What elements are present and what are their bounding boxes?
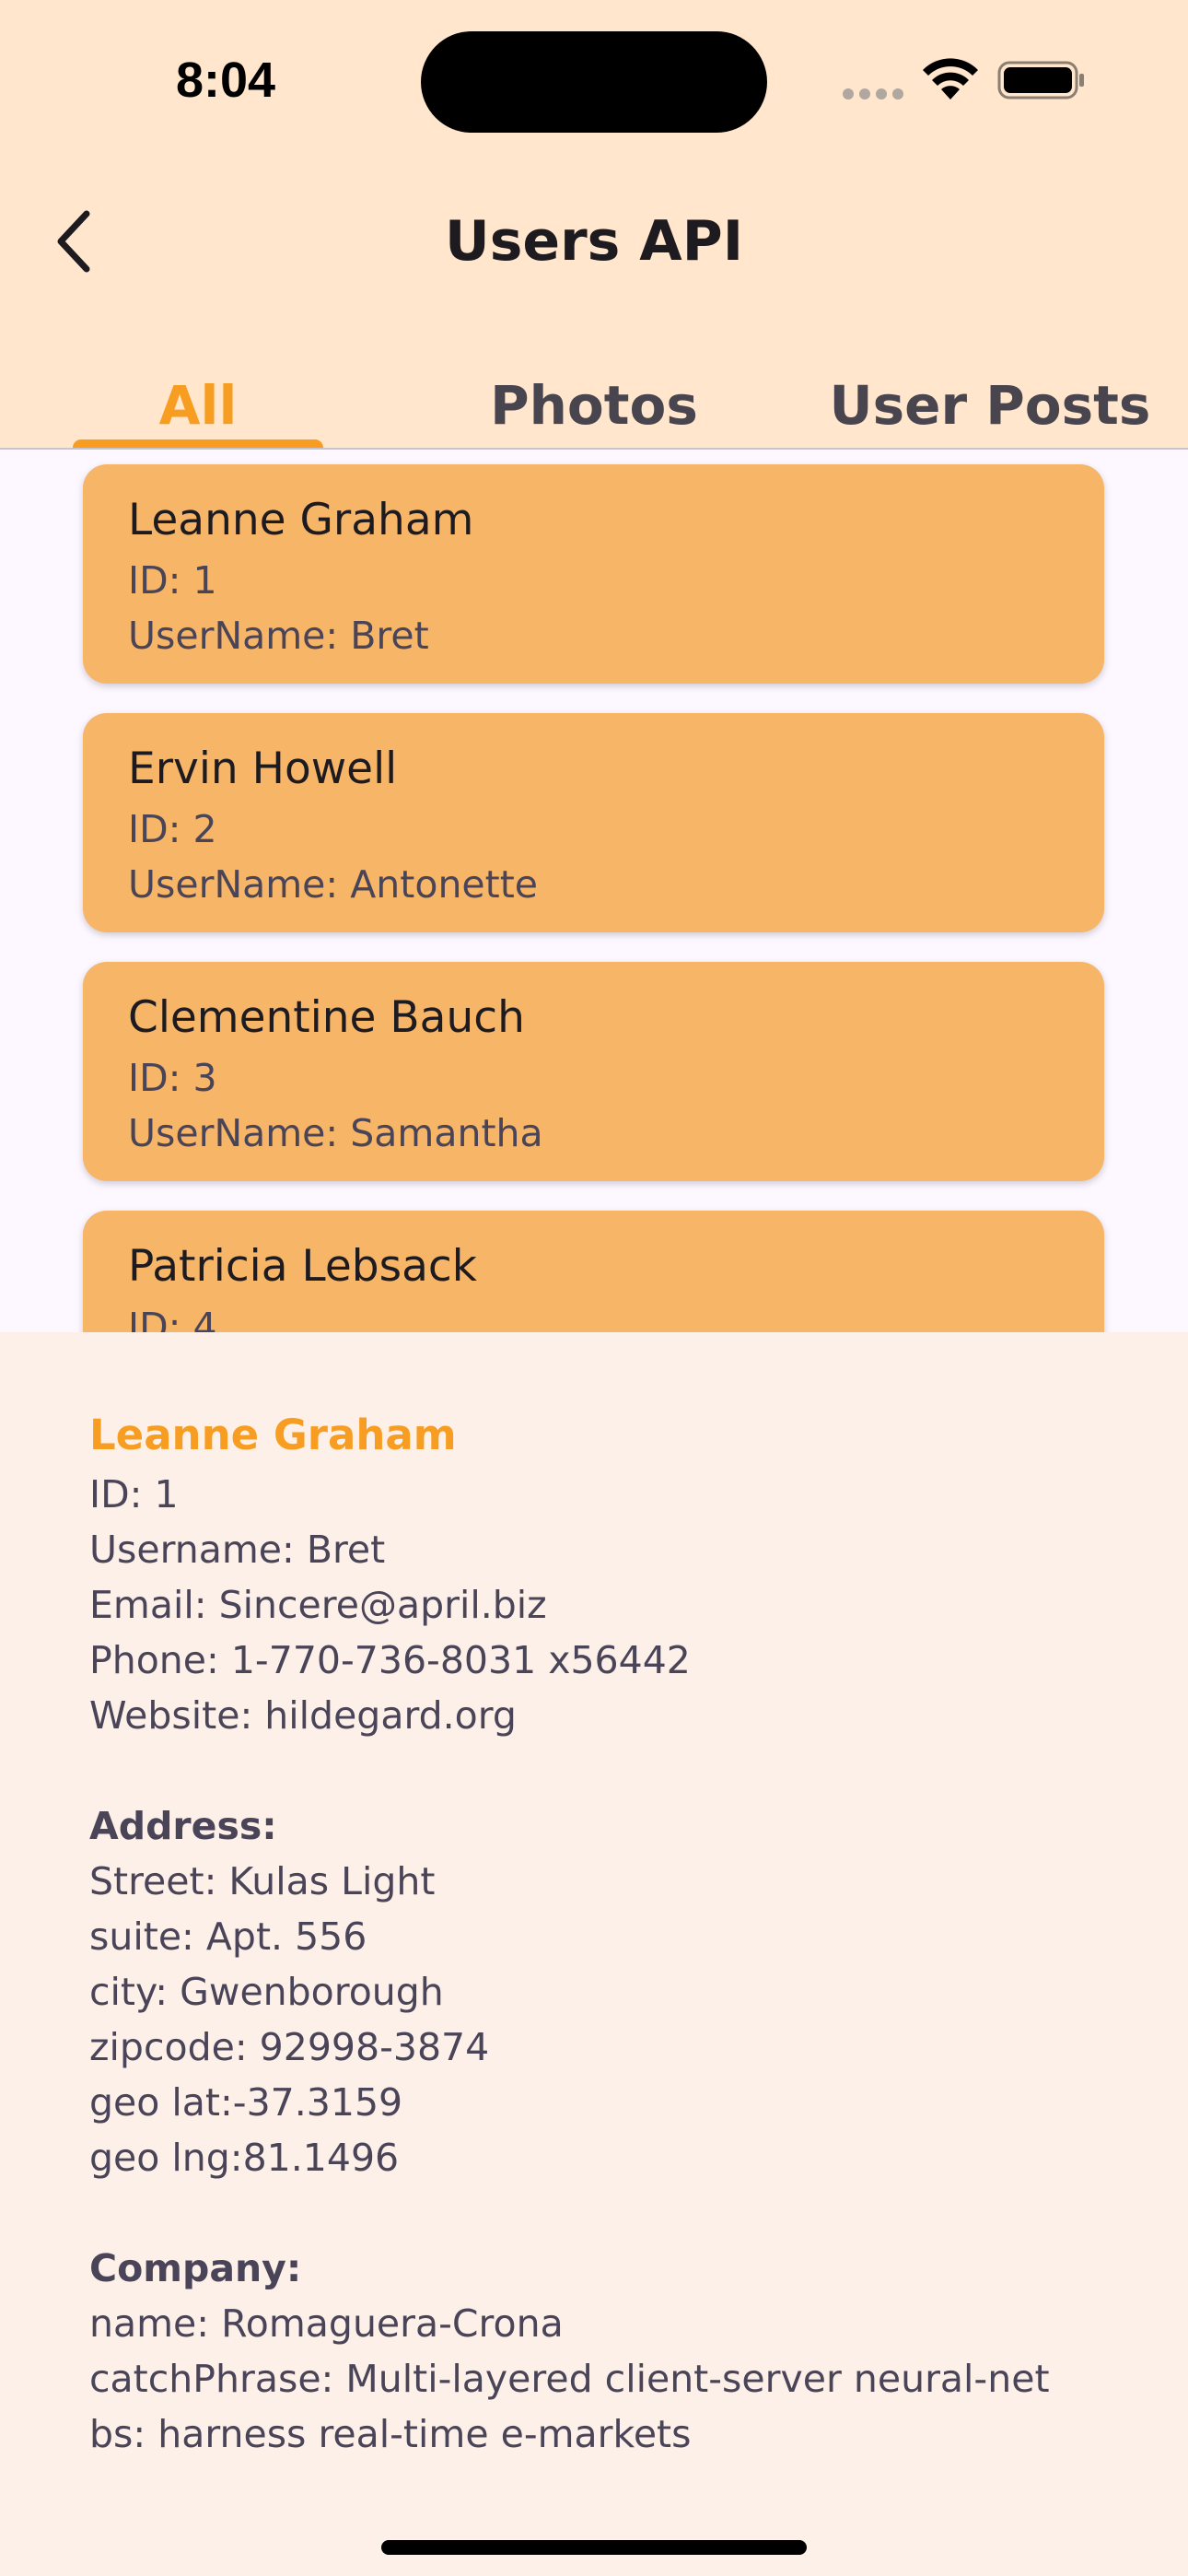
detail-bs: bs: harness real-time e-markets (89, 2412, 692, 2456)
detail-geo-lat: geo lat:-37.3159 (89, 2080, 403, 2125)
detail-website: Website: hildegard.org (89, 1693, 517, 1738)
user-list[interactable]: Leanne Graham ID: 1 UserName: Bret Ervin… (0, 450, 1188, 1332)
tab-all-users[interactable]: All Users (73, 369, 323, 510)
detail-zipcode: zipcode: 92998-3874 (89, 2025, 490, 2069)
user-card[interactable]: Patricia Lebsack ID: 4 (83, 1211, 1104, 1332)
battery-icon (997, 61, 1084, 100)
user-card[interactable]: Clementine Bauch ID: 3 UserName: Samanth… (83, 962, 1104, 1181)
user-name: Clementine Bauch (128, 992, 525, 1043)
detail-email: Email: Sincere@april.biz (89, 1583, 547, 1627)
user-id: ID: 3 (128, 1056, 217, 1100)
user-id: ID: 4 (128, 1305, 217, 1332)
detail-suite: suite: Apt. 556 (89, 1914, 367, 1959)
user-username: UserName: Antonette (128, 862, 539, 907)
user-username: UserName: Samantha (128, 1111, 543, 1155)
detail-phone: Phone: 1-770-736-8031 x56442 (89, 1638, 691, 1682)
dynamic-island (421, 31, 767, 133)
status-time: 8:04 (175, 53, 276, 108)
user-name: Ervin Howell (128, 744, 398, 794)
user-card[interactable]: Ervin Howell ID: 2 UserName: Antonette (83, 713, 1104, 932)
user-id: ID: 1 (128, 558, 217, 603)
address-heading: Address: (89, 1804, 277, 1848)
detail-street: Street: Kulas Light (89, 1859, 436, 1903)
detail-company-name: name: Romaguera-Crona (89, 2301, 564, 2346)
home-indicator[interactable] (381, 2540, 807, 2555)
detail-catch-phrase: catchPhrase: Multi-layered client-server… (89, 2357, 1050, 2401)
page-title: Users API (444, 209, 744, 274)
active-tab-indicator (73, 439, 323, 448)
user-username: UserName: Bret (128, 614, 429, 658)
company-heading: Company: (89, 2246, 302, 2290)
detail-username: Username: Bret (89, 1528, 386, 1572)
cellular-signal-icon (843, 88, 905, 100)
detail-geo-lng: geo lng:81.1496 (89, 2136, 400, 2180)
detail-id: ID: 1 (89, 1472, 179, 1516)
detail-user-name: Leanne Graham (89, 1411, 457, 1459)
wifi-icon (923, 58, 978, 100)
user-name: Leanne Graham (128, 495, 474, 545)
detail-city: city: Gwenborough (89, 1970, 444, 2014)
user-card[interactable]: Leanne Graham ID: 1 UserName: Bret (83, 464, 1104, 684)
tab-photos[interactable]: Photos (460, 369, 728, 446)
user-details-panel: Leanne Graham ID: 1 Username: Bret Email… (0, 1332, 1188, 2576)
user-id: ID: 2 (128, 807, 217, 851)
user-name: Patricia Lebsack (128, 1241, 477, 1292)
tab-user-posts[interactable]: User Posts (829, 369, 1151, 446)
app-header: 8:04 Users API All Users Photos User Pos… (0, 0, 1188, 510)
